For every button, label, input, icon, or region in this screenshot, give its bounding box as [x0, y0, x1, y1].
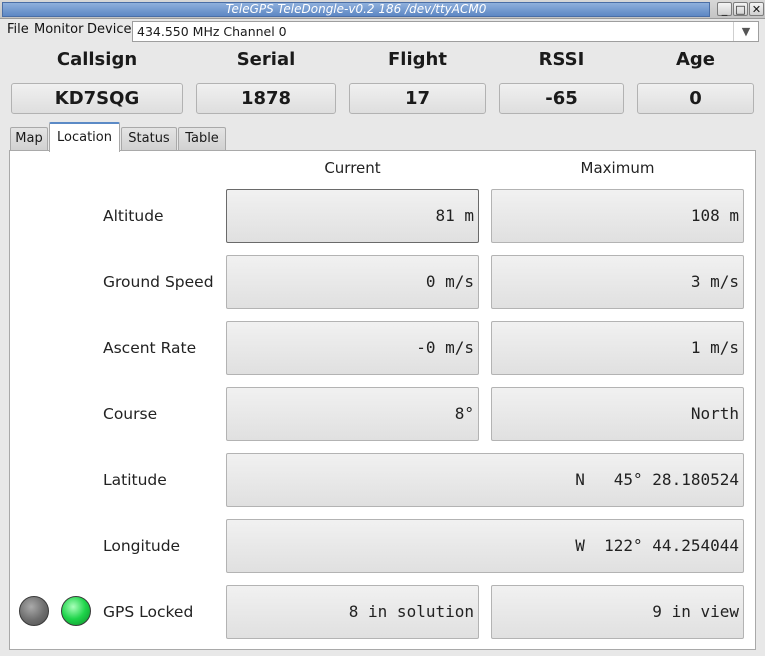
gps-locked-label: GPS Locked: [103, 603, 194, 621]
maximize-button[interactable]: □: [733, 2, 748, 16]
flight-value: 17: [349, 83, 486, 114]
callsign-label: Callsign: [56, 49, 138, 70]
chevron-down-icon[interactable]: ▼: [733, 22, 758, 41]
menu-file[interactable]: File: [7, 22, 29, 37]
ground-speed-current: 0 m/s: [226, 255, 479, 309]
tab-table[interactable]: Table: [178, 127, 226, 151]
tab-map[interactable]: Map: [10, 127, 48, 151]
menu-monitor[interactable]: Monitor: [34, 22, 83, 37]
frequency-select[interactable]: 434.550 MHz Channel 0 ▼: [132, 21, 759, 42]
longitude-label: Longitude: [103, 537, 181, 555]
ground-speed-label: Ground Speed: [103, 273, 214, 291]
ground-speed-maximum: 3 m/s: [491, 255, 744, 309]
tab-status[interactable]: Status: [121, 127, 177, 151]
rssi-value: -65: [499, 83, 624, 114]
longitude-value: W 122° 44.254044: [226, 519, 744, 573]
frequency-select-value: 434.550 MHz Channel 0: [137, 24, 287, 39]
menu-bar: File Monitor Device: [0, 19, 131, 43]
ascent-rate-maximum: 1 m/s: [491, 321, 744, 375]
altitude-current: 81 m: [226, 189, 479, 243]
serial-label: Serial: [236, 49, 296, 70]
course-label: Course: [103, 405, 158, 423]
minimize-button[interactable]: _: [717, 2, 732, 16]
gps-solution-count: 8 in solution: [226, 585, 479, 639]
gps-led-on-indicator: [61, 596, 91, 626]
gps-view-count: 9 in view: [491, 585, 744, 639]
altitude-label: Altitude: [103, 207, 164, 225]
current-column-header: Current: [324, 159, 381, 177]
age-label: Age: [675, 49, 716, 70]
serial-value: 1878: [196, 83, 336, 114]
title-bar: TeleGPS TeleDongle-v0.2 186 /dev/ttyACM0…: [0, 0, 765, 19]
rssi-label: RSSI: [538, 49, 585, 70]
altitude-maximum: 108 m: [491, 189, 744, 243]
ascent-rate-current: -0 m/s: [226, 321, 479, 375]
ascent-rate-label: Ascent Rate: [103, 339, 197, 357]
course-current: 8°: [226, 387, 479, 441]
latitude-value: N 45° 28.180524: [226, 453, 744, 507]
close-button[interactable]: ✕: [749, 2, 764, 16]
course-maximum: North: [491, 387, 744, 441]
callsign-value: KD7SQG: [11, 83, 183, 114]
flight-label: Flight: [388, 49, 447, 70]
menu-device[interactable]: Device: [87, 22, 131, 37]
latitude-label: Latitude: [103, 471, 167, 489]
maximum-column-header: Maximum: [580, 159, 655, 177]
tab-location[interactable]: Location: [49, 122, 120, 152]
window-title: TeleGPS TeleDongle-v0.2 186 /dev/ttyACM0: [2, 2, 710, 17]
gps-led-off-indicator: [19, 596, 49, 626]
age-value: 0: [637, 83, 754, 114]
